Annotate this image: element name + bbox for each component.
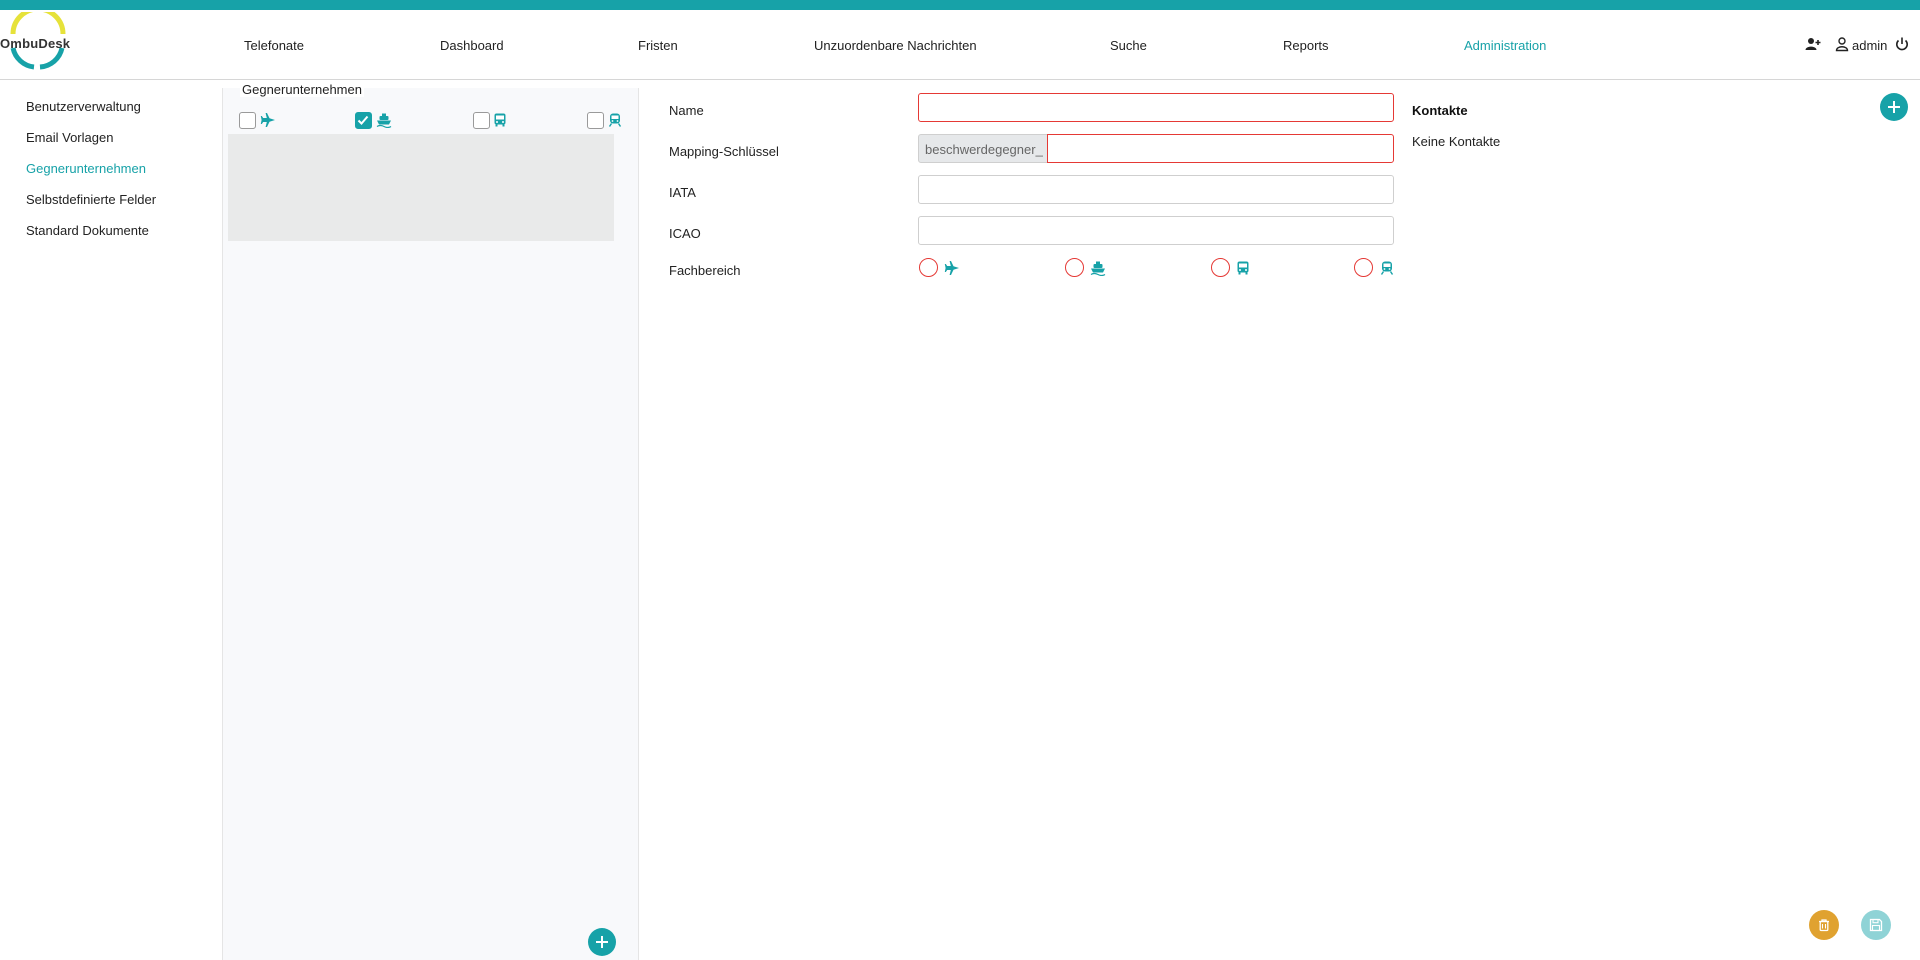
checkmark-icon [357, 115, 369, 125]
nav-fristen[interactable]: Fristen [638, 38, 678, 53]
contacts-title: Kontakte [1412, 103, 1468, 118]
fachbereich-bus-radio[interactable] [1211, 258, 1230, 277]
header: OmbuDesk Telefonate Dashboard Fristen Un… [0, 6, 1920, 80]
sidebar-item-selbstdefinierte-felder[interactable]: Selbstdefinierte Felder [26, 192, 156, 207]
nav-administration[interactable]: Administration [1464, 38, 1546, 53]
nav-suche[interactable]: Suche [1110, 38, 1147, 53]
user-name[interactable]: admin [1852, 38, 1887, 53]
ship-icon [376, 113, 392, 128]
plane-icon [260, 113, 275, 127]
list-panel-title: Gegnerunternehmen [240, 82, 364, 97]
filter-bus-checkbox[interactable] [473, 112, 490, 129]
floppy-disk-icon [1869, 918, 1883, 932]
top-accent-bar [0, 0, 1920, 10]
nav-dashboard[interactable]: Dashboard [440, 38, 504, 53]
train-icon [608, 113, 622, 127]
sidebar-item-benutzerverwaltung[interactable]: Benutzerverwaltung [26, 99, 141, 114]
mapping-key-input[interactable] [1047, 134, 1394, 163]
sidebar-item-email-vorlagen[interactable]: Email Vorlagen [26, 130, 113, 145]
add-company-button[interactable] [588, 928, 616, 956]
filter-ship-checkbox[interactable] [355, 112, 372, 129]
icao-input[interactable] [918, 216, 1394, 245]
sidebar-item-standard-dokumente[interactable]: Standard Dokumente [26, 223, 149, 238]
iata-label: IATA [669, 185, 696, 200]
user-icon[interactable] [1834, 36, 1850, 52]
fachbereich-train-radio[interactable] [1354, 258, 1373, 277]
filter-train-checkbox[interactable] [587, 112, 604, 129]
nav-unzuordenbare-nachrichten[interactable]: Unzuordenbare Nachrichten [814, 38, 977, 53]
fachbereich-ship-radio[interactable] [1065, 258, 1084, 277]
filter-plane-checkbox[interactable] [239, 112, 256, 129]
fachbereich-label: Fachbereich [669, 263, 741, 278]
bus-icon [494, 113, 506, 127]
name-input[interactable] [918, 93, 1394, 122]
logo-text: OmbuDesk [0, 36, 71, 51]
delete-button[interactable] [1809, 910, 1839, 940]
sidebar-item-gegnerunternehmen[interactable]: Gegnerunternehmen [26, 161, 146, 176]
fachbereich-plane-radio[interactable] [919, 258, 938, 277]
plus-icon [596, 936, 608, 948]
save-button[interactable] [1861, 910, 1891, 940]
plane-icon [944, 261, 959, 275]
icao-label: ICAO [669, 226, 701, 241]
company-list[interactable] [228, 134, 614, 241]
iata-input[interactable] [918, 175, 1394, 204]
train-icon [1380, 261, 1394, 275]
contacts-empty-text: Keine Kontakte [1412, 134, 1501, 149]
plus-icon [1888, 101, 1900, 113]
power-icon[interactable] [1894, 36, 1910, 52]
app-logo[interactable]: OmbuDesk [0, 6, 76, 74]
add-user-icon[interactable] [1805, 36, 1821, 52]
nav-telefonate[interactable]: Telefonate [244, 38, 304, 53]
mapping-key-prefix: beschwerdegegner_ [918, 134, 1048, 163]
bus-icon [1237, 261, 1249, 275]
name-label: Name [669, 103, 704, 118]
add-contact-button[interactable] [1880, 93, 1908, 121]
ship-icon [1090, 261, 1106, 276]
nav-reports[interactable]: Reports [1283, 38, 1329, 53]
mapping-key-label: Mapping-Schlüssel [669, 144, 779, 159]
trash-icon [1819, 919, 1829, 932]
